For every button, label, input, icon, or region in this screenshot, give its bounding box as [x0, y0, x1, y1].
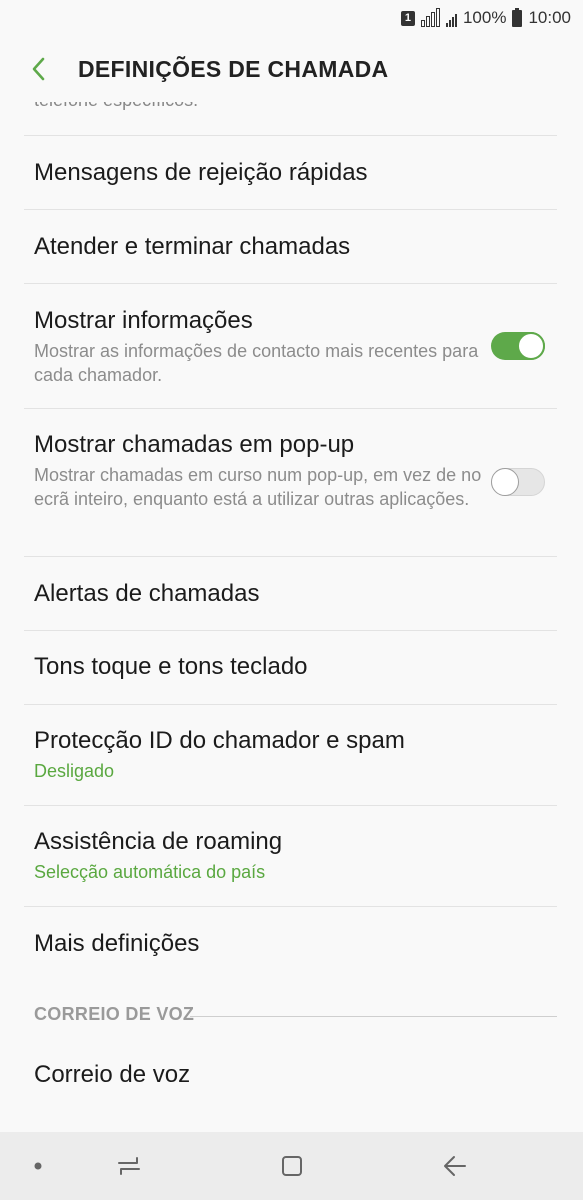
divider	[24, 704, 557, 705]
back-button[interactable]	[0, 36, 78, 102]
signal-secondary-icon	[445, 9, 457, 27]
recents-icon	[118, 1157, 140, 1175]
item-description: Mostrar as informações de contacto mais …	[34, 341, 479, 385]
popup-calls-toggle[interactable]	[491, 468, 545, 496]
clock: 10:00	[528, 8, 571, 27]
back-nav-button[interactable]	[425, 1132, 485, 1200]
divider	[24, 805, 557, 806]
nav-dot-button[interactable]	[8, 1132, 68, 1200]
item-status: Desligado	[34, 761, 115, 781]
section-header-voicemail: CORREIO DE VOZ	[34, 1004, 195, 1024]
item-answer-end-calls[interactable]: Atender e terminar chamadas	[34, 233, 494, 261]
divider	[24, 906, 557, 907]
item-roaming-assist[interactable]: Assistência de roaming Selecção automáti…	[34, 828, 494, 883]
item-ringtones[interactable]: Tons toque e tons teclado	[34, 653, 494, 681]
recents-button[interactable]	[99, 1132, 159, 1200]
dot-icon	[34, 1162, 42, 1170]
show-info-toggle[interactable]	[491, 332, 545, 360]
cutoff-description: telefone específicos.	[34, 102, 198, 111]
item-title: Atender e terminar chamadas	[34, 233, 351, 260]
item-title: Mostrar chamadas em pop-up	[34, 431, 355, 458]
divider	[24, 630, 557, 631]
item-status: Selecção automática do país	[34, 862, 266, 882]
item-show-info[interactable]: Mostrar informações Mostrar as informaçõ…	[34, 307, 494, 387]
divider	[24, 135, 557, 136]
item-description: Mostrar chamadas em curso num pop-up, em…	[34, 465, 482, 509]
item-title: Mais definições	[34, 930, 200, 957]
toggle-knob	[517, 332, 545, 360]
item-title: Mostrar informações	[34, 307, 253, 334]
sim-icon: 1	[400, 10, 415, 26]
divider	[24, 283, 557, 284]
item-caller-id-spam[interactable]: Protecção ID do chamador e spam Desligad…	[34, 727, 494, 782]
item-voicemail[interactable]: Correio de voz	[34, 1061, 494, 1089]
item-popup-calls[interactable]: Mostrar chamadas em pop-up Mostrar chama…	[34, 431, 494, 511]
signal-icon	[420, 8, 440, 27]
settings-list[interactable]: telefone específicos. Mensagens de rejei…	[0, 102, 583, 1132]
home-button[interactable]	[262, 1132, 322, 1200]
chevron-left-icon	[32, 57, 45, 81]
divider	[24, 209, 557, 210]
app-bar: DEFINIÇÕES DE CHAMADA	[0, 36, 583, 102]
battery-percent: 100%	[462, 8, 507, 27]
item-title: Alertas de chamadas	[34, 580, 260, 607]
section-divider	[190, 1016, 557, 1017]
status-bar: 1 100% 10:00	[0, 0, 583, 36]
back-icon	[444, 1156, 466, 1176]
home-icon	[282, 1156, 302, 1176]
toggle-knob	[491, 468, 519, 496]
battery-icon	[512, 7, 523, 27]
navigation-bar	[0, 1132, 583, 1200]
item-title: Tons toque e tons teclado	[34, 653, 308, 680]
item-title: Assistência de roaming	[34, 828, 283, 855]
item-more-settings[interactable]: Mais definições	[34, 930, 494, 958]
divider	[24, 408, 557, 409]
item-title: Correio de voz	[34, 1061, 191, 1088]
item-title: Mensagens de rejeição rápidas	[34, 159, 368, 186]
divider	[24, 556, 557, 557]
item-quick-reject-messages[interactable]: Mensagens de rejeição rápidas	[34, 159, 494, 187]
page-title: DEFINIÇÕES DE CHAMADA	[78, 55, 389, 82]
item-title: Protecção ID do chamador e spam	[34, 727, 405, 754]
item-call-alerts[interactable]: Alertas de chamadas	[34, 580, 494, 608]
